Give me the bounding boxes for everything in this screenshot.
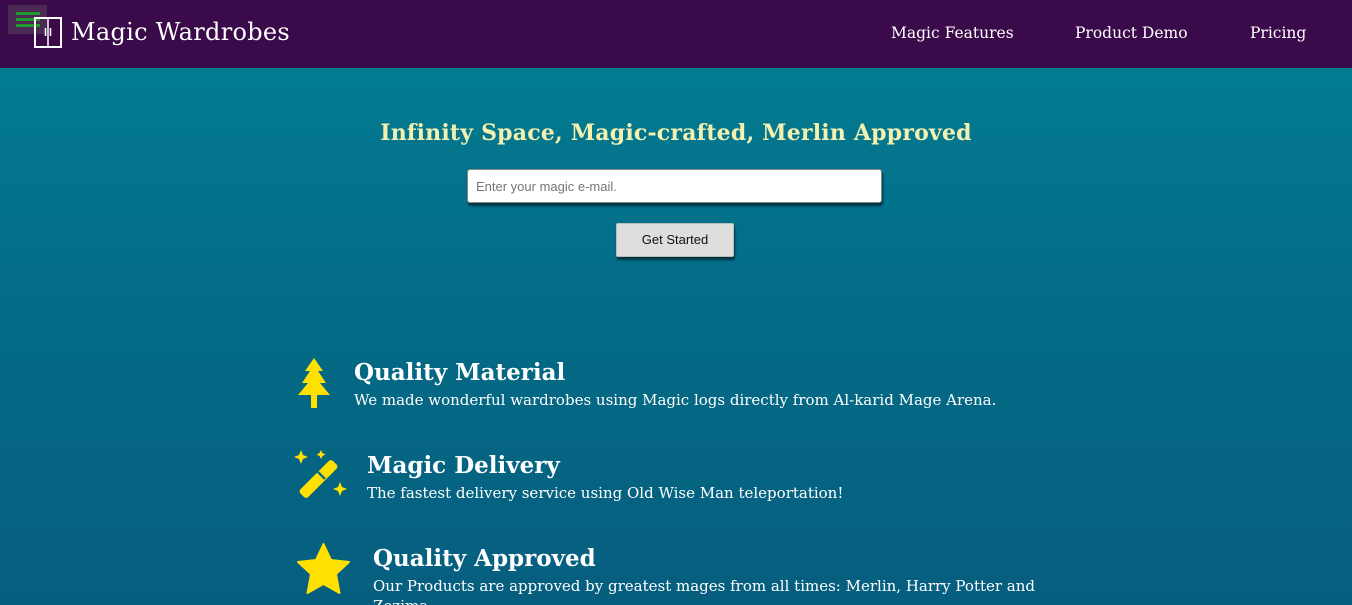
nav-link-pricing[interactable]: Pricing	[1250, 22, 1306, 44]
feature-description: Our Products are approved by greatest ma…	[373, 577, 1036, 605]
feature-title: Quality Material	[354, 359, 566, 386]
hero-title: Infinity Space, Magic-crafted, Merlin Ap…	[380, 120, 972, 146]
wardrobe-logo-icon[interactable]	[34, 17, 62, 48]
navbar: Magic Wardrobes Magic Features Product D…	[0, 0, 1352, 68]
hamburger-line	[16, 12, 40, 15]
feature-description: The fastest delivery service using Old W…	[367, 484, 844, 502]
tree-icon	[298, 358, 330, 408]
feature-description: We made wonderful wardrobes using Magic …	[354, 391, 997, 409]
nav-link-product-demo[interactable]: Product Demo	[1075, 22, 1188, 44]
brand-name[interactable]: Magic Wardrobes	[71, 15, 290, 49]
magic-wand-icon	[294, 450, 347, 498]
get-started-button[interactable]: Get Started	[616, 223, 734, 257]
email-input[interactable]	[467, 169, 882, 203]
star-icon	[297, 543, 350, 594]
feature-title: Quality Approved	[373, 545, 596, 572]
nav-link-magic-features[interactable]: Magic Features	[891, 22, 1014, 44]
feature-title: Magic Delivery	[367, 452, 560, 479]
